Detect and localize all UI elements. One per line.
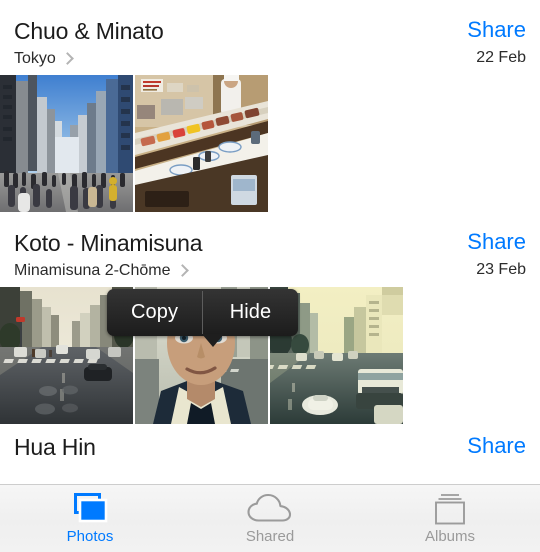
tab-photos[interactable]: Photos: [0, 485, 180, 552]
moment-subtitle: Tokyo: [14, 50, 56, 67]
photos-stack-icon: [70, 491, 110, 527]
tab-albums[interactable]: Albums: [360, 485, 540, 552]
moment-date: 22 Feb: [476, 49, 526, 66]
context-menu-popup[interactable]: Copy Hide: [107, 289, 298, 347]
moment-location-link[interactable]: Minamisuna 2-Chōme: [14, 261, 189, 280]
moment-header-hua-hin[interactable]: Hua Hin Share: [0, 424, 540, 472]
moment-date: 23 Feb: [476, 261, 526, 278]
photo-thumbnail[interactable]: [135, 75, 268, 212]
tab-label: Albums: [424, 528, 476, 545]
moment-title: Chuo & Minato: [14, 18, 164, 44]
photo-thumbnail[interactable]: [0, 75, 133, 212]
tab-label: Shared: [245, 528, 295, 545]
tab-shared[interactable]: Shared: [180, 485, 360, 552]
photos-app-screen: Chuo & Minato Tokyo Share 22 Feb Koto - …: [0, 0, 540, 552]
context-menu-arrow-icon: [202, 334, 224, 347]
share-button[interactable]: Share: [467, 229, 526, 255]
moment-location-link[interactable]: Tokyo: [14, 49, 74, 68]
share-button[interactable]: Share: [467, 433, 526, 459]
cloud-icon: [245, 491, 295, 527]
tab-bar: Photos Shared Albums: [0, 484, 540, 552]
chevron-right-icon: [175, 263, 189, 277]
moment-title: Hua Hin: [14, 434, 96, 460]
moment-header-koto-minamisuna[interactable]: Koto - Minamisuna Minamisuna 2-Chōme Sha…: [0, 212, 540, 287]
context-menu-item-hide[interactable]: Hide: [203, 289, 298, 336]
context-menu-item-copy[interactable]: Copy: [107, 289, 202, 336]
moment-title: Koto - Minamisuna: [14, 230, 203, 256]
share-button[interactable]: Share: [467, 17, 526, 43]
photo-row: [0, 75, 540, 212]
moment-subtitle: Minamisuna 2-Chōme: [14, 262, 171, 279]
albums-stack-icon: [428, 491, 472, 527]
chevron-right-icon: [60, 51, 74, 65]
moment-header-chuo-minato[interactable]: Chuo & Minato Tokyo Share 22 Feb: [0, 0, 540, 75]
tab-label: Photos: [66, 528, 114, 545]
moments-scroll-list[interactable]: Chuo & Minato Tokyo Share 22 Feb Koto - …: [0, 0, 540, 484]
